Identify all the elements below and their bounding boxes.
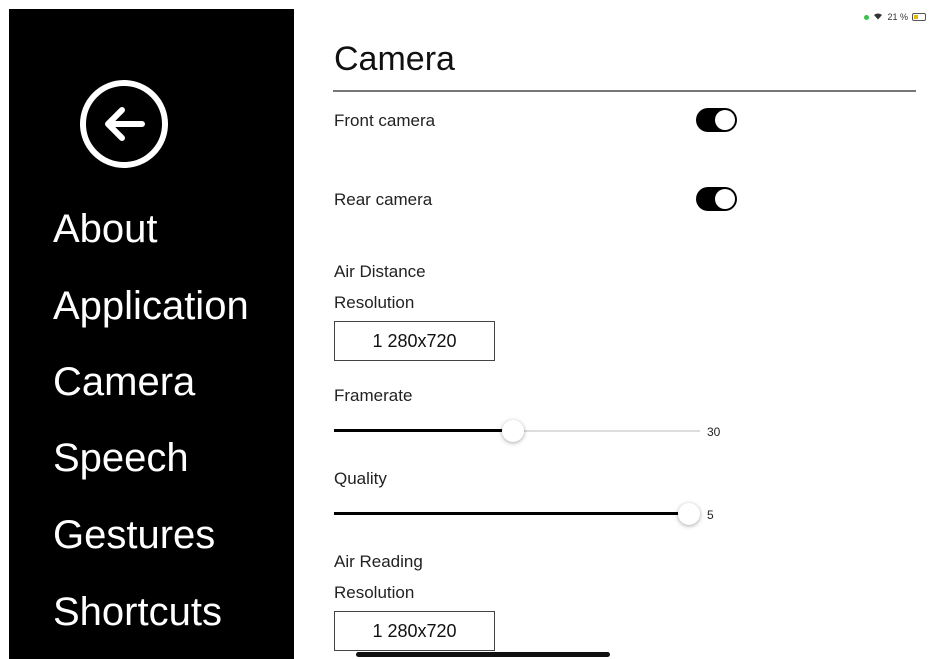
sidebar-item-camera[interactable]: Camera bbox=[53, 358, 195, 406]
quality-value: 5 bbox=[707, 508, 714, 522]
air-distance-resolution-field[interactable]: 1 280x720 bbox=[334, 321, 495, 361]
slider-thumb[interactable] bbox=[502, 420, 524, 442]
dot-indicator-icon bbox=[864, 14, 870, 20]
slider-fill bbox=[334, 429, 513, 432]
page-title: Camera bbox=[334, 40, 455, 78]
air-distance-heading: Air Distance bbox=[334, 262, 426, 281]
sidebar-item-gestures[interactable]: Gestures bbox=[53, 511, 215, 559]
home-indicator bbox=[356, 652, 610, 657]
sidebar-item-about[interactable]: About bbox=[53, 205, 158, 253]
title-divider bbox=[333, 90, 916, 92]
status-bar: 21 % bbox=[864, 12, 926, 22]
sidebar-item-application[interactable]: Application bbox=[53, 282, 249, 330]
framerate-slider[interactable] bbox=[334, 419, 700, 443]
front-camera-toggle[interactable] bbox=[696, 108, 737, 132]
rear-camera-label: Rear camera bbox=[334, 190, 433, 209]
sidebar: About Application Camera Speech Gestures… bbox=[9, 9, 294, 659]
air-reading-resolution-field[interactable]: 1 280x720 bbox=[334, 611, 495, 651]
arrow-left-icon bbox=[105, 107, 145, 141]
air-distance-resolution-label: Resolution bbox=[334, 293, 415, 312]
sidebar-item-speech[interactable]: Speech bbox=[53, 434, 189, 482]
quality-label: Quality bbox=[334, 469, 387, 488]
framerate-value: 30 bbox=[707, 425, 721, 439]
wifi-icon bbox=[873, 12, 883, 22]
air-reading-resolution-label: Resolution bbox=[334, 583, 415, 602]
back-button[interactable] bbox=[80, 80, 168, 168]
slider-thumb[interactable] bbox=[678, 503, 700, 525]
battery-icon bbox=[912, 13, 926, 21]
toggle-knob bbox=[715, 189, 735, 209]
sidebar-item-shortcuts[interactable]: Shortcuts bbox=[53, 588, 222, 636]
front-camera-label: Front camera bbox=[334, 111, 436, 130]
air-reading-heading: Air Reading bbox=[334, 552, 423, 571]
toggle-knob bbox=[715, 110, 735, 130]
slider-fill bbox=[334, 512, 689, 515]
quality-slider[interactable] bbox=[334, 502, 700, 526]
rear-camera-toggle[interactable] bbox=[696, 187, 737, 211]
framerate-label: Framerate bbox=[334, 386, 413, 405]
battery-percent: 21 % bbox=[887, 12, 908, 22]
